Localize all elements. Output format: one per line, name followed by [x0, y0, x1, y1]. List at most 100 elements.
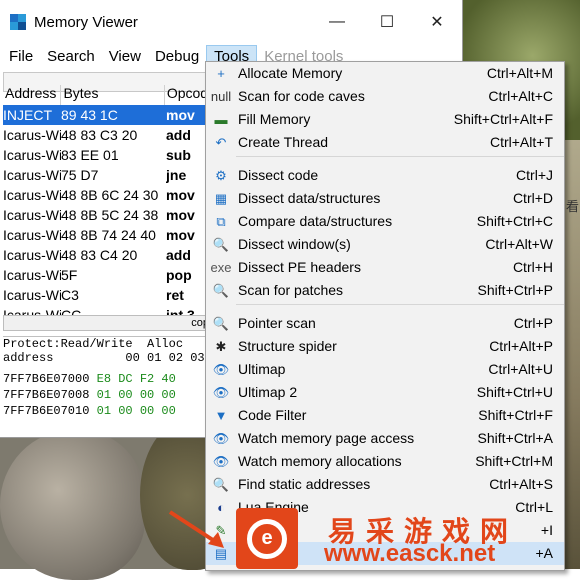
table-row[interactable]: Icarus-Wi 48 8B 6C 24 30 mov	[3, 185, 208, 205]
menu-item-dissect-window-s[interactable]: 🔍 Dissect window(s) Ctrl+Alt+W	[206, 233, 564, 256]
title-bar[interactable]: Memory Viewer — ☐ ✕	[0, 0, 462, 44]
menu-item-shortcut: Shift+Ctrl+Alt+F	[453, 111, 553, 127]
cell-address: Icarus-Wi	[3, 207, 61, 223]
find-static-icon: 🔍	[212, 477, 230, 492]
cell-opcode: ret	[166, 287, 184, 303]
cell-address: Icarus-Wi	[3, 287, 61, 303]
menu-item-create-thread[interactable]: ↶ Create Thread Ctrl+Alt+T	[206, 131, 564, 154]
menu-item-fill-memory[interactable]: ▬ Fill Memory Shift+Ctrl+Alt+F	[206, 108, 564, 131]
menu-item-structure-spider[interactable]: ✱ Structure spider Ctrl+Alt+P	[206, 335, 564, 358]
ultimap2-icon: 👁	[212, 385, 230, 400]
window-search-icon: 🔍	[212, 237, 230, 252]
cell-bytes: 48 83 C4 20	[61, 247, 138, 263]
spider-icon: ✱	[215, 339, 227, 354]
cell-bytes: CC	[61, 307, 82, 315]
column-header-address[interactable]: Address	[3, 85, 62, 105]
menu-item-scan-for-patches[interactable]: 🔍 Scan for patches Shift+Ctrl+P	[206, 279, 564, 302]
disassembler-header: Address Bytes Opcode	[3, 85, 208, 105]
disassembler-view[interactable]: Address Bytes Opcode INJECT89 43 1CmovIc…	[3, 85, 208, 315]
watermark-logo: e	[236, 508, 298, 569]
hex-row[interactable]: 7FF7B6E07008 01 00 00 00	[3, 387, 208, 403]
hex-address: 7FF7B6E07010	[3, 404, 90, 418]
hex-address: 7FF7B6E07000	[3, 372, 90, 386]
menu-item-label: Dissect window(s)	[238, 236, 351, 252]
cell-address: INJECT	[3, 107, 52, 123]
column-header-bytes[interactable]: Bytes	[61, 85, 165, 105]
menu-item-ultimap[interactable]: 👁 Ultimap Ctrl+Alt+U	[206, 358, 564, 381]
cell-opcode: sub	[166, 147, 191, 163]
column-header-opcode[interactable]: Opcode	[165, 85, 208, 105]
menu-item-watch-memory-page-access[interactable]: 👁 Watch memory page access Shift+Ctrl+A	[206, 427, 564, 450]
dissect-code-icon: ⚙	[215, 168, 227, 183]
menu-item-shortcut: Shift+Ctrl+F	[478, 407, 553, 423]
menu-item-shortcut: Ctrl+Alt+C	[488, 88, 553, 104]
table-row[interactable]: INJECT 89 43 1C mov	[3, 105, 208, 125]
close-button[interactable]: ✕	[412, 0, 462, 44]
tools-menu: + Allocate Memory Ctrl+Alt+M null Scan for c…	[205, 61, 565, 571]
hex-bytes: 01 00 00 00	[96, 404, 176, 418]
cell-opcode: add	[166, 247, 191, 263]
menu-item-compare-data-structures[interactable]: ⧉ Compare data/structures Shift+Ctrl+C	[206, 210, 564, 233]
menu-item-find-static-addresses[interactable]: 🔍 Find static addresses Ctrl+Alt+S	[206, 473, 564, 496]
menu-item-scan-for-code-caves[interactable]: null Scan for code caves Ctrl+Alt+C	[206, 85, 564, 108]
table-row[interactable]: Icarus-Wi 48 83 C3 20 add	[3, 125, 208, 145]
hex-row[interactable]: 7FF7B6E07010 01 00 00 00	[3, 403, 208, 419]
menu-item-shortcut: Ctrl+Alt+P	[489, 338, 553, 354]
menu-item-label: Dissect code	[238, 167, 319, 183]
menu-item-label: Scan for code caves	[238, 88, 365, 104]
menu-item-label: Fill Memory	[238, 111, 311, 127]
table-row[interactable]: Icarus-Wi 83 EE 01 sub	[3, 145, 208, 165]
menu-item-shortcut: Ctrl+P	[513, 315, 553, 331]
cell-bytes: 83 EE 01	[61, 147, 119, 163]
hex-header-line: address 00 01 02 03	[3, 351, 205, 365]
menu-debug[interactable]: Debug	[148, 46, 206, 67]
minimize-button[interactable]: —	[312, 0, 362, 44]
table-row[interactable]: Icarus-Wi C3 ret	[3, 285, 208, 305]
maximize-button[interactable]: ☐	[362, 0, 412, 44]
eye-icon: 👁	[212, 431, 230, 446]
table-row[interactable]: Icarus-Wi 48 8B 5C 24 38 mov	[3, 205, 208, 225]
menu-item-code-filter[interactable]: ▼ Code Filter Shift+Ctrl+F	[206, 404, 564, 427]
menu-item-label: Pointer scan	[238, 315, 316, 331]
cell-opcode: jne	[166, 167, 187, 183]
cell-opcode: int 3	[166, 307, 195, 315]
eye-icon: 👁	[212, 454, 230, 469]
menu-item-shortcut: Ctrl+Alt+S	[489, 476, 553, 492]
menu-item-watch-memory-allocations[interactable]: 👁 Watch memory allocations Shift+Ctrl+M	[206, 450, 564, 473]
pe-header-icon: exe	[210, 260, 232, 275]
hex-row[interactable]: 7FF7B6E07000 E8 DC F2 40	[3, 371, 208, 387]
side-text: 看	[566, 199, 580, 214]
cell-bytes: C3	[61, 287, 79, 303]
menu-item-dissect-code[interactable]: ⚙ Dissect code Ctrl+J	[206, 164, 564, 187]
hex-bytes: 01 00 00 00	[96, 388, 176, 402]
fill-memory-icon: ▬	[214, 112, 228, 127]
horizontal-scrollbar[interactable]: cop	[3, 315, 210, 331]
cell-address: Icarus-Wi	[3, 227, 61, 243]
cell-bytes: 75 D7	[61, 167, 99, 183]
cell-bytes: 89 43 1C	[61, 107, 118, 123]
cell-opcode: mov	[166, 227, 195, 243]
cell-opcode: mov	[166, 207, 195, 223]
table-row[interactable]: Icarus-Wi CC int 3	[3, 305, 208, 315]
cell-bytes: 48 8B 74 24 40	[61, 227, 156, 243]
menu-item-ultimap-2[interactable]: 👁 Ultimap 2 Shift+Ctrl+U	[206, 381, 564, 404]
table-row[interactable]: Icarus-Wi 75 D7 jne	[3, 165, 208, 185]
menu-view[interactable]: View	[102, 46, 148, 67]
cell-address: Icarus-Wi	[3, 247, 61, 263]
cell-opcode: pop	[166, 267, 192, 283]
compare-icon: ⧉	[216, 214, 226, 229]
table-row[interactable]: Icarus-Wi 5F pop	[3, 265, 208, 285]
menu-item-pointer-scan[interactable]: 🔍 Pointer scan Ctrl+P	[206, 312, 564, 335]
menu-item-dissect-pe-headers[interactable]: exe Dissect PE headers Ctrl+H	[206, 256, 564, 279]
menu-item-shortcut: Shift+Ctrl+C	[476, 213, 553, 229]
menu-item-dissect-data-structures[interactable]: ▦ Dissect data/structures Ctrl+D	[206, 187, 564, 210]
hex-view[interactable]: Protect:Read/Write Alloc address 00 01 0…	[3, 336, 208, 432]
menu-item-label: Watch memory allocations	[238, 453, 402, 469]
filter-icon: ▼	[214, 408, 228, 423]
menu-file[interactable]: File	[2, 46, 40, 67]
menu-search[interactable]: Search	[40, 46, 102, 67]
menu-item-label: Watch memory page access	[238, 430, 415, 446]
table-row[interactable]: Icarus-Wi 48 8B 74 24 40 mov	[3, 225, 208, 245]
table-row[interactable]: Icarus-Wi 48 83 C4 20 add	[3, 245, 208, 265]
menu-item-allocate-memory[interactable]: + Allocate Memory Ctrl+Alt+M	[206, 62, 564, 85]
